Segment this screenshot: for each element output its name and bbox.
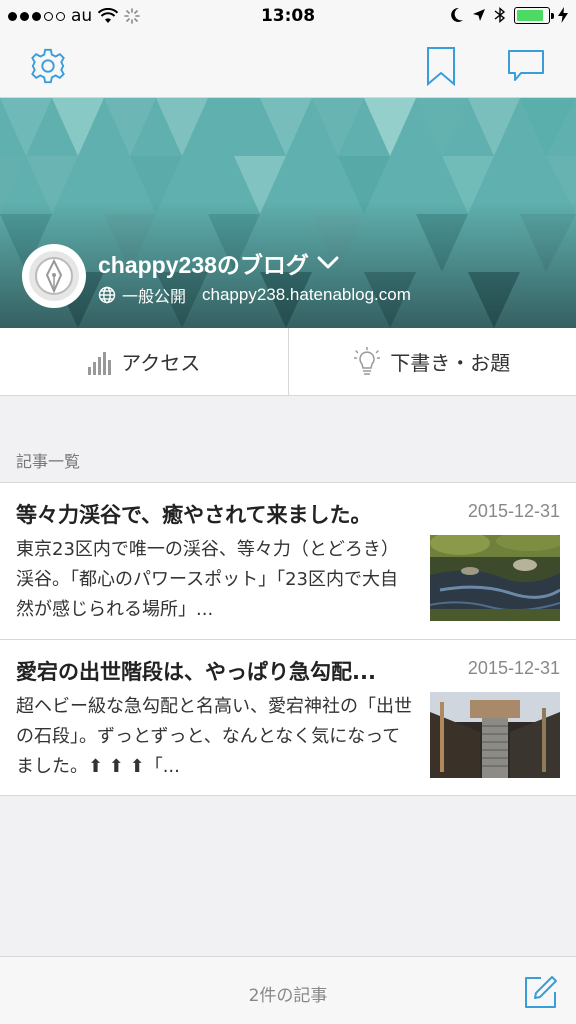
- bar-chart-icon: [88, 351, 112, 375]
- bluetooth-icon: [494, 6, 506, 24]
- blog-url: chappy238.hatenablog.com: [202, 285, 411, 304]
- article-count: 2件の記事: [248, 986, 328, 1006]
- section-label: 記事一覧: [16, 452, 81, 471]
- action-bar: アクセス 下書き・お題: [0, 328, 576, 396]
- comment-button[interactable]: [504, 44, 548, 88]
- article-summary: 東京23区内で唯一の渓谷、等々力（とどろき）渓谷。「都心のパワースポット」「23…: [16, 539, 399, 620]
- charging-bolt-icon: [558, 7, 568, 23]
- globe-icon: [98, 286, 116, 304]
- pen-nib-icon: [29, 251, 79, 301]
- article-row[interactable]: 愛宕の出世階段は、やっぱり急勾配... 2015-12-31 超ヘビー級な急勾配…: [0, 639, 576, 795]
- blog-header[interactable]: chappy238のブログ 一般公開 chappy238.hatenablog.…: [0, 98, 576, 328]
- bottom-toolbar: 2件の記事: [0, 956, 576, 1024]
- battery-level: [517, 9, 543, 21]
- lightbulb-icon: [354, 346, 381, 375]
- article-date: 2015-12-31: [467, 501, 560, 521]
- article-thumbnail: [430, 535, 560, 621]
- blog-avatar: [22, 244, 86, 308]
- nav-bar: [0, 34, 576, 98]
- article-summary: 超ヘビー級な急勾配と名高い、愛宕神社の「出世の石段」。ずっとずっと、なんとなく気…: [16, 696, 412, 777]
- compose-icon: [525, 976, 557, 1008]
- access-label: アクセス: [121, 351, 201, 375]
- compose-button[interactable]: [522, 973, 560, 1011]
- blog-meta: 一般公開 chappy238.hatenablog.com: [98, 283, 411, 307]
- article-title: 愛宕の出世階段は、やっぱり急勾配...: [16, 660, 376, 684]
- bookmark-button[interactable]: [419, 44, 463, 88]
- speech-bubble-icon: [508, 50, 544, 81]
- drafts-label: 下書き・お題: [390, 351, 511, 375]
- access-button[interactable]: アクセス: [0, 328, 288, 395]
- drafts-button[interactable]: 下書き・お題: [287, 328, 576, 395]
- blog-visibility: 一般公開: [122, 287, 187, 306]
- moon-icon: [451, 7, 463, 22]
- status-bar: au 13:08: [0, 0, 576, 34]
- blog-title[interactable]: chappy238のブログ: [98, 246, 339, 280]
- status-right: [450, 6, 568, 24]
- article-thumbnail: [430, 692, 560, 778]
- location-arrow-icon: [473, 9, 485, 21]
- article-row[interactable]: 等々力渓谷で、癒やされて来ました。 2015-12-31 東京23区内で唯一の渓…: [0, 483, 576, 639]
- settings-button[interactable]: [26, 44, 70, 88]
- blog-title-text: chappy238のブログ: [98, 252, 309, 278]
- article-date: 2015-12-31: [467, 658, 560, 678]
- battery-icon: [514, 6, 554, 24]
- article-title: 等々力渓谷で、癒やされて来ました。: [16, 503, 372, 527]
- bookmark-icon: [427, 47, 455, 86]
- gear-icon: [31, 48, 65, 84]
- article-list: 等々力渓谷で、癒やされて来ました。 2015-12-31 東京23区内で唯一の渓…: [0, 482, 576, 796]
- chevron-down-icon: [317, 256, 339, 269]
